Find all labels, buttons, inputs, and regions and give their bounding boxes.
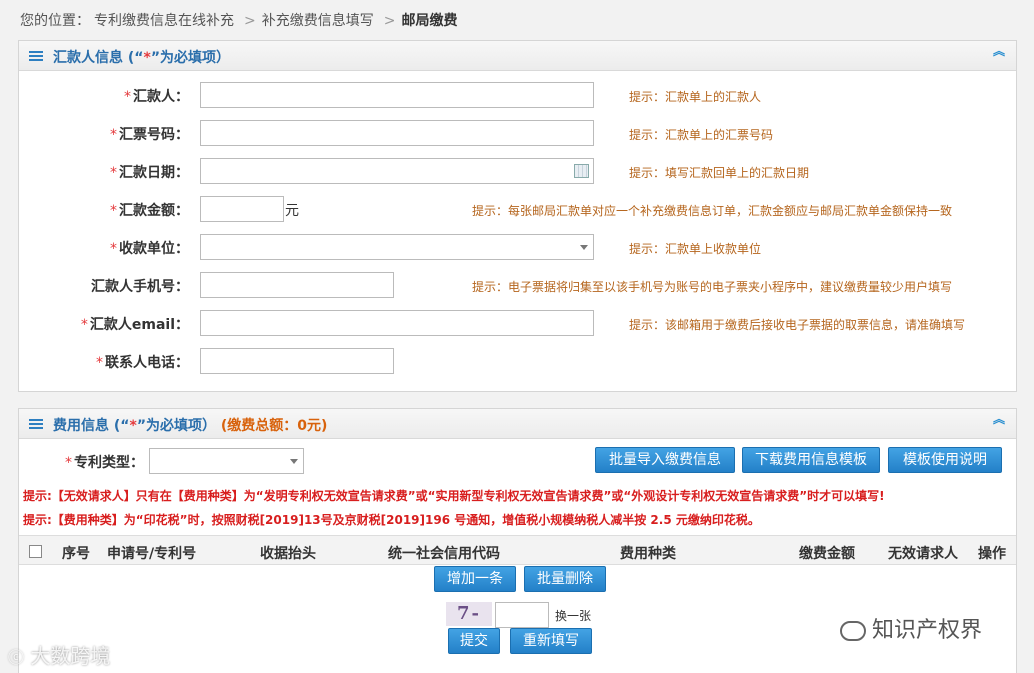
breadcrumb: 您的位置： 专利缴费信息在线补充 > 补充缴费信息填写 > 邮局缴费 <box>20 10 461 30</box>
submit-button[interactable]: 提交 <box>448 628 500 654</box>
ticket-no-row: * 汇票号码： 提示：汇款单上的汇票号码 <box>19 120 1016 146</box>
breadcrumb-item-fill-info[interactable]: 补充缴费信息填写 <box>262 13 374 29</box>
remitter-panel-header: 汇款人信息 (“*”为必填项） ︽ <box>19 41 1016 71</box>
col-amount: 缴费金额 <box>799 546 855 562</box>
breadcrumb-item-current: 邮局缴费 <box>401 13 458 29</box>
contact-input[interactable] <box>200 348 394 374</box>
amount-unit: 元 <box>285 203 299 219</box>
list-icon <box>29 419 43 429</box>
add-row-button[interactable]: 增加一条 <box>434 566 516 592</box>
email-label: * 汇款人email： <box>80 317 189 333</box>
fee-total: (缴费总额：0元) <box>220 418 328 434</box>
template-help-button[interactable]: 模板使用说明 <box>888 447 1002 473</box>
ticket-no-label: * 汇票号码： <box>110 127 189 143</box>
col-index: 序号 <box>62 546 90 562</box>
watermark-right: 知识产权界 <box>840 612 982 644</box>
phone-input[interactable] <box>200 272 394 298</box>
col-credit-code: 统一社会信用代码 <box>388 546 500 562</box>
contact-label: * 联系人电话： <box>96 355 189 371</box>
phone-label: 汇款人手机号： <box>91 279 189 295</box>
captcha-input[interactable] <box>495 602 549 628</box>
amount-row: * 汇款金额： 元 提示：每张邮局汇款单对应一个补充缴费信息订单，汇款金额应与邮局… <box>19 196 1016 222</box>
remitter-info-panel: 汇款人信息 (“*”为必填项） ︽ * 汇款人： 提示：汇款单上的汇款人 * 汇票号… <box>18 40 1017 392</box>
ticket-no-hint: 提示：汇款单上的汇票号码 <box>629 128 774 142</box>
wechat-icon <box>840 621 866 641</box>
watermark-logo-icon: ⓒ <box>8 648 25 667</box>
collapse-icon[interactable]: ︽ <box>992 45 1006 62</box>
col-fee-type: 费用种类 <box>620 546 676 562</box>
patent-type-label: * 专利类型： <box>65 455 144 471</box>
date-hint: 提示：填写汇款回单上的汇款日期 <box>629 166 810 180</box>
email-input[interactable] <box>200 310 594 336</box>
ticket-no-input[interactable] <box>200 120 594 146</box>
col-receipt-title: 收据抬头 <box>260 546 316 562</box>
captcha-image[interactable]: 7-3= <box>446 602 492 648</box>
col-application-no: 申请号/专利号 <box>107 546 197 562</box>
list-icon <box>29 51 43 61</box>
breadcrumb-separator: > <box>244 13 256 29</box>
invalid-requester-warning: 提示:【无效请求人】只有在【费用种类】为“发明专利权无效宣告请求费”或“实用新型… <box>23 489 885 503</box>
batch-import-button[interactable]: 批量导入缴费信息 <box>595 447 735 473</box>
amount-input[interactable] <box>200 196 284 222</box>
breadcrumb-prefix: 您的位置： <box>20 13 90 29</box>
remitter-label: * 汇款人： <box>124 89 189 105</box>
fee-panel-title: 费用信息 (“*”为必填项） (缴费总额：0元) <box>53 418 328 434</box>
payee-hint: 提示：汇款单上收款单位 <box>629 242 762 256</box>
email-hint: 提示：该邮箱用于缴费后接收电子票据的取票信息，请准确填写 <box>629 318 966 332</box>
chevron-down-icon <box>290 459 298 464</box>
remitter-hint: 提示：汇款单上的汇款人 <box>629 90 762 104</box>
breadcrumb-separator: > <box>383 13 396 29</box>
remitter-row: * 汇款人： 提示：汇款单上的汇款人 <box>19 82 1016 108</box>
amount-hint: 提示：每张邮局汇款单对应一个补充缴费信息订单，汇款金额应与邮局汇款单金额保持一致 <box>472 204 953 218</box>
select-all-checkbox[interactable] <box>29 545 42 558</box>
payee-label: * 收款单位： <box>110 241 189 257</box>
watermark-left: ⓒ 大数跨境 <box>8 644 111 668</box>
remitter-input[interactable] <box>200 82 594 108</box>
col-invalid-requester: 无效请求人 <box>888 546 958 562</box>
captcha-refresh-link[interactable]: 换一张 <box>555 607 591 624</box>
download-template-button[interactable]: 下载费用信息模板 <box>742 447 880 473</box>
collapse-icon[interactable]: ︽ <box>992 413 1006 430</box>
payee-row: * 收款单位： 提示：汇款单上收款单位 <box>19 234 1016 260</box>
contact-row: * 联系人电话： <box>19 348 1016 374</box>
phone-hint: 提示：电子票据将归集至以该手机号为账号的电子票夹小程序中，建议缴费量较少用户填写 <box>472 280 953 294</box>
calendar-icon[interactable] <box>574 164 589 178</box>
batch-delete-button[interactable]: 批量删除 <box>524 566 606 592</box>
amount-label: * 汇款金额： <box>110 203 189 219</box>
payee-select[interactable] <box>200 234 594 260</box>
email-row: * 汇款人email： 提示：该邮箱用于缴费后接收电子票据的取票信息，请准确填写 <box>19 310 1016 336</box>
stamp-tax-warning: 提示:【费用种类】为“印花税”时，按照财税[2019]13号及京财税[2019]… <box>23 513 760 527</box>
col-actions: 操作 <box>978 546 1006 562</box>
chevron-down-icon <box>580 245 588 250</box>
reset-button[interactable]: 重新填写 <box>510 628 592 654</box>
phone-row: 汇款人手机号： 提示：电子票据将归集至以该手机号为账号的电子票夹小程序中，建议缴… <box>19 272 1016 298</box>
fee-panel-header: 费用信息 (“*”为必填项） (缴费总额：0元) ︽ <box>19 409 1016 439</box>
date-label: * 汇款日期： <box>110 165 189 181</box>
fee-table-header: 序号 申请号/专利号 收据抬头 统一社会信用代码 费用种类 缴费金额 无效请求人… <box>19 535 1016 565</box>
patent-type-select[interactable] <box>149 448 304 474</box>
date-input[interactable] <box>200 158 594 184</box>
date-row: * 汇款日期： 提示：填写汇款回单上的汇款日期 <box>19 158 1016 184</box>
remitter-panel-title: 汇款人信息 (“*”为必填项） <box>53 50 231 66</box>
breadcrumb-item-patent-fee[interactable]: 专利缴费信息在线补充 <box>94 13 234 29</box>
